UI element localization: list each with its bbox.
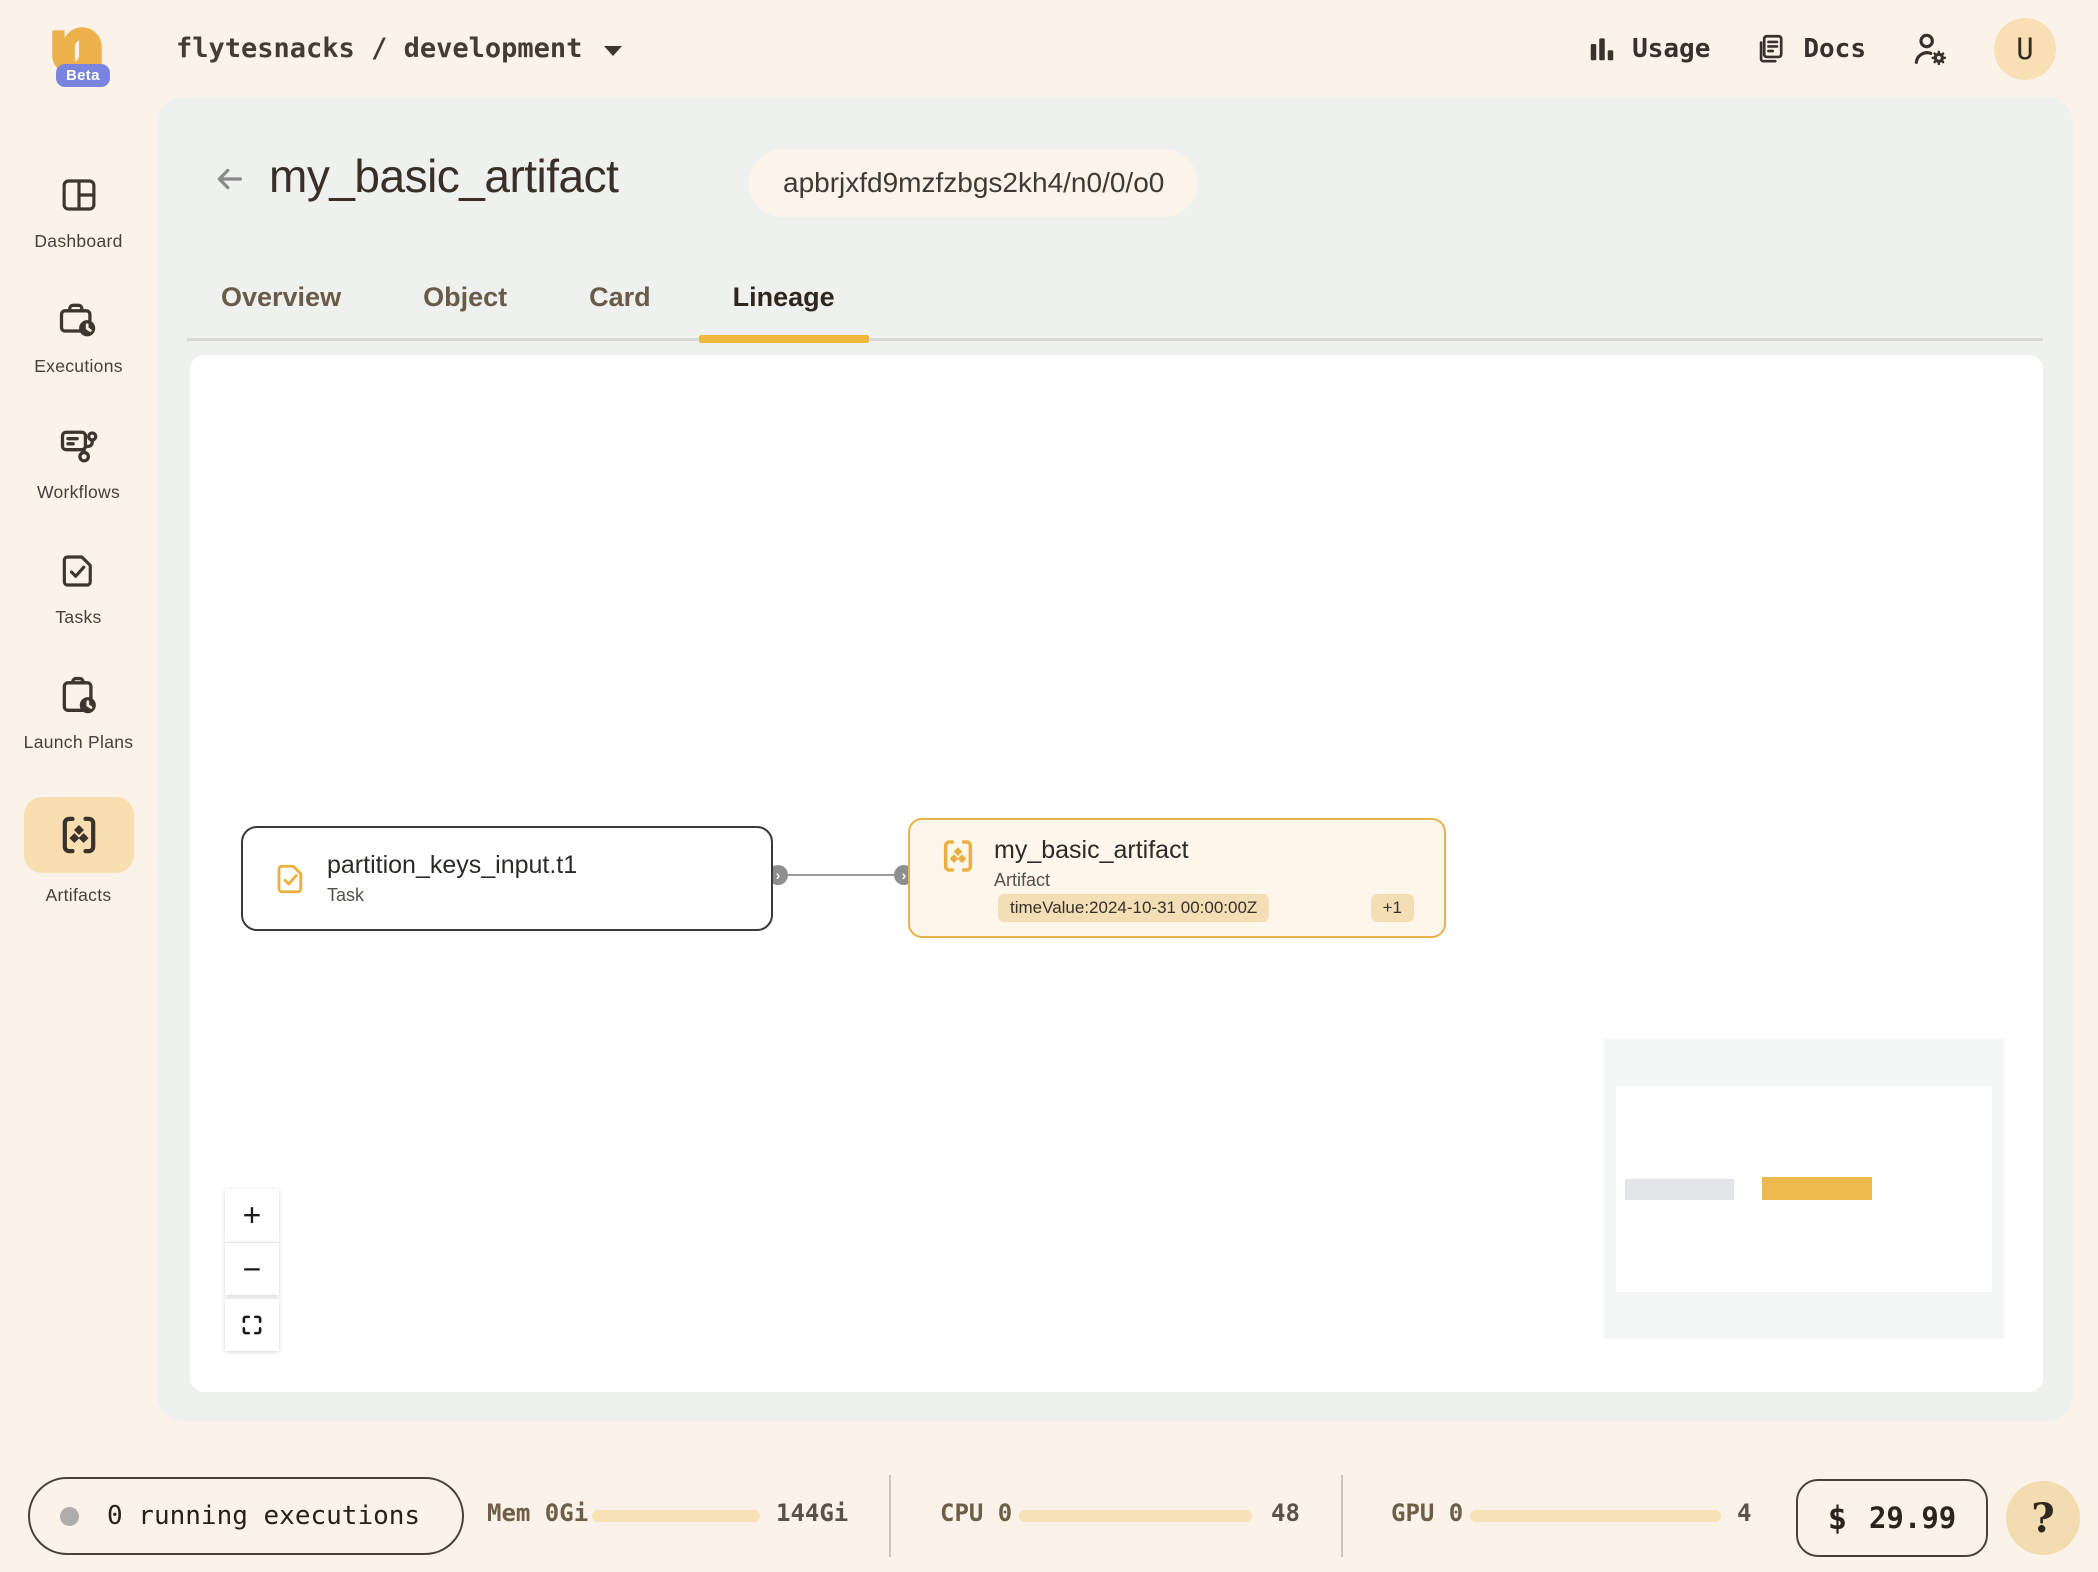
arrow-left-icon bbox=[211, 163, 247, 195]
cost-button[interactable]: $ 29.99 bbox=[1796, 1479, 1988, 1557]
back-button[interactable] bbox=[211, 163, 247, 197]
graph-edge bbox=[778, 874, 903, 876]
running-executions-label: 0 running executions bbox=[107, 1501, 420, 1531]
running-executions-pill[interactable]: 0 running executions bbox=[28, 1477, 464, 1555]
breadcrumb-label: flytesnacks / development bbox=[176, 33, 582, 64]
project-domain-selector[interactable]: flytesnacks / development bbox=[176, 0, 622, 97]
status-dot-icon bbox=[60, 1507, 79, 1526]
workflows-icon bbox=[57, 424, 101, 468]
sidebar-item-label: Workflows bbox=[37, 479, 120, 505]
task-node-icon bbox=[273, 861, 309, 897]
mem-meter-max: 144Gi bbox=[776, 1499, 848, 1527]
tab-bar: Overview Object Card Lineage bbox=[187, 257, 2043, 341]
minimap-task-node bbox=[1625, 1179, 1734, 1200]
graph-minimap[interactable] bbox=[1604, 1039, 2004, 1339]
beta-badge: Beta bbox=[56, 64, 110, 87]
sidebar-nav: Dashboard Executions bbox=[0, 97, 157, 1572]
sidebar-item-label: Artifacts bbox=[46, 882, 112, 908]
node-subtitle: Task bbox=[327, 885, 577, 906]
sidebar-item-tasks[interactable]: Tasks bbox=[55, 547, 101, 630]
fit-view-button[interactable] bbox=[225, 1298, 279, 1351]
sidebar-item-label: Launch Plans bbox=[24, 729, 134, 755]
cost-amount: 29.99 bbox=[1869, 1501, 1956, 1535]
user-gear-icon bbox=[1910, 29, 1950, 69]
launch-plans-icon bbox=[57, 674, 101, 718]
tab-lineage[interactable]: Lineage bbox=[699, 257, 869, 338]
tab-card[interactable]: Card bbox=[555, 257, 685, 338]
zoom-in-button[interactable]: + bbox=[225, 1189, 279, 1242]
graph-node-task[interactable]: partition_keys_input.t1 Task bbox=[241, 826, 773, 931]
executions-icon bbox=[56, 298, 100, 342]
artifact-id-badge: apbrjxfd9mzfzbgs2kh4/n0/0/o0 bbox=[749, 149, 1198, 217]
tab-object[interactable]: Object bbox=[389, 257, 541, 338]
question-mark-icon: ? bbox=[2031, 1495, 2054, 1542]
artifacts-icon bbox=[56, 812, 102, 858]
tasks-icon bbox=[57, 550, 99, 592]
mem-meter-bar bbox=[592, 1510, 760, 1522]
usage-button[interactable]: Usage bbox=[1587, 34, 1710, 64]
partition-badge: timeValue:2024-10-31 00:00:00Z bbox=[998, 894, 1269, 922]
tab-overview[interactable]: Overview bbox=[187, 257, 375, 338]
cpu-meter-bar bbox=[1019, 1510, 1252, 1522]
node-subtitle: Artifact bbox=[994, 870, 1189, 891]
bar-chart-icon bbox=[1587, 34, 1617, 64]
more-partitions-badge: +1 bbox=[1371, 894, 1414, 922]
cpu-meter-max: 48 bbox=[1271, 1499, 1300, 1527]
top-right-actions: Usage Docs bbox=[1587, 0, 2056, 97]
sidebar-item-workflows[interactable]: Workflows bbox=[37, 422, 120, 505]
gpu-meter-bar bbox=[1470, 1510, 1721, 1522]
avatar[interactable]: U bbox=[1994, 18, 2056, 80]
minimap-artifact-node bbox=[1762, 1177, 1872, 1200]
divider bbox=[1341, 1475, 1343, 1557]
sidebar-item-label: Dashboard bbox=[34, 228, 122, 254]
status-bar: 0 running executions Mem 0Gi 144Gi CPU 0… bbox=[0, 1421, 2098, 1572]
docs-button[interactable]: Docs bbox=[1754, 32, 1866, 66]
zoom-out-button[interactable]: − bbox=[225, 1242, 279, 1295]
sidebar-item-executions[interactable]: Executions bbox=[34, 296, 123, 379]
fullscreen-icon bbox=[239, 1312, 265, 1338]
chevron-right-icon: › bbox=[776, 868, 781, 882]
sidebar-item-launch-plans[interactable]: Launch Plans bbox=[24, 672, 134, 755]
currency-symbol: $ bbox=[1828, 1499, 1847, 1537]
chevron-down-icon bbox=[604, 46, 622, 56]
admin-settings-button[interactable] bbox=[1910, 29, 1950, 69]
usage-label: Usage bbox=[1632, 34, 1710, 64]
mem-meter-label: Mem 0Gi bbox=[487, 1499, 588, 1527]
lineage-canvas[interactable]: › › partition_keys_input.t1 Task bbox=[190, 355, 2043, 1392]
main-panel: my_basic_artifact apbrjxfd9mzfzbgs2kh4/n… bbox=[157, 97, 2073, 1421]
sidebar-item-artifacts[interactable]: Artifacts bbox=[24, 797, 134, 908]
avatar-initial: U bbox=[2016, 32, 2033, 66]
docs-icon bbox=[1754, 32, 1788, 66]
node-title: partition_keys_input.t1 bbox=[327, 851, 577, 880]
gpu-meter-max: 4 bbox=[1737, 1499, 1751, 1527]
sidebar-item-label: Tasks bbox=[55, 604, 101, 630]
zoom-controls: + − bbox=[225, 1189, 279, 1351]
top-bar: Beta flytesnacks / development Usage bbox=[0, 0, 2098, 97]
chevron-right-icon: › bbox=[902, 868, 907, 882]
sidebar-item-dashboard[interactable]: Dashboard bbox=[34, 171, 122, 254]
sidebar-item-label: Executions bbox=[34, 353, 123, 379]
docs-label: Docs bbox=[1803, 34, 1866, 64]
help-button[interactable]: ? bbox=[2006, 1481, 2080, 1555]
dashboard-icon bbox=[58, 174, 100, 216]
graph-node-artifact[interactable]: my_basic_artifact Artifact timeValue:202… bbox=[908, 818, 1446, 938]
artifact-node-icon bbox=[938, 836, 978, 876]
divider bbox=[889, 1475, 891, 1557]
page-title: my_basic_artifact bbox=[269, 149, 618, 203]
cpu-meter-label: CPU 0 bbox=[940, 1499, 1012, 1527]
node-title: my_basic_artifact bbox=[994, 836, 1189, 865]
gpu-meter-label: GPU 0 bbox=[1391, 1499, 1463, 1527]
